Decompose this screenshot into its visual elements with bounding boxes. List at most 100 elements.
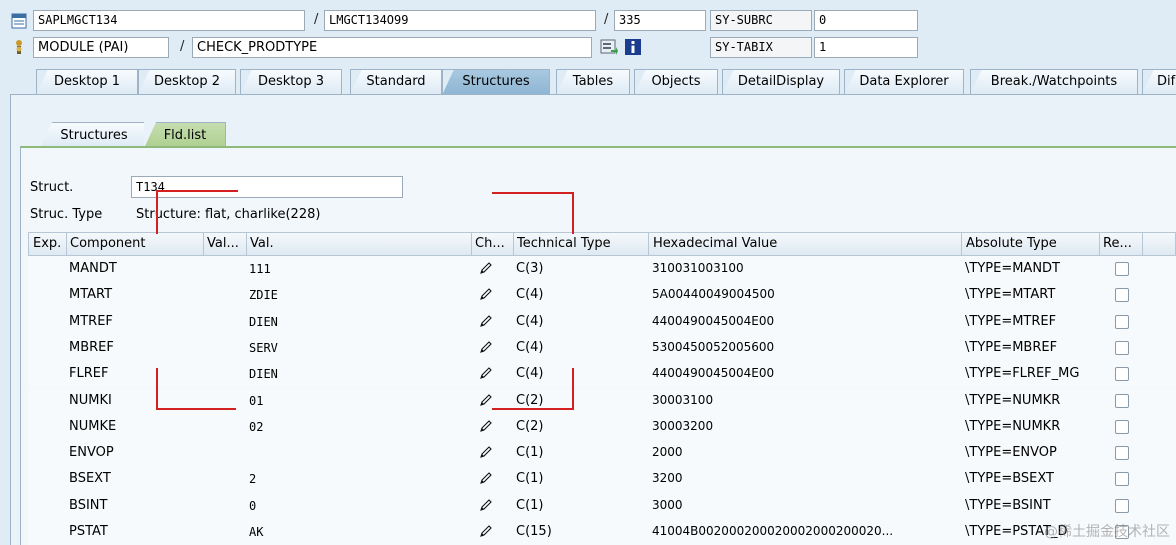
ref-checkbox[interactable]: [1115, 262, 1129, 276]
module-name-field[interactable]: CHECK_PRODTYPE: [192, 37, 592, 58]
cell-technical-type: C(2): [516, 418, 544, 434]
cell-absolute-type: \TYPE=MTART: [965, 287, 1056, 303]
col-ref[interactable]: Re...: [1103, 236, 1132, 251]
tab-break-watchpoints[interactable]: Break./Watchpoints: [970, 69, 1138, 95]
separator: /: [314, 12, 319, 27]
struct-input[interactable]: T134: [131, 176, 403, 198]
ref-checkbox[interactable]: [1115, 393, 1129, 408]
pencil-icon[interactable]: [478, 313, 494, 329]
table-row[interactable]: NUMKI 01 C(2) 30003100 \TYPE=NUMKR: [28, 387, 1176, 414]
info-icon[interactable]: [624, 38, 642, 56]
subrc-label: SY-SUBRC: [710, 10, 812, 31]
tab-label: Tables: [572, 74, 614, 89]
table-header: Exp. Component Val... Val. Ch... Technic…: [28, 232, 1176, 257]
cell-value[interactable]: DIEN: [249, 315, 467, 329]
col-component[interactable]: Component: [70, 236, 145, 251]
tab-standard[interactable]: Standard: [350, 69, 442, 95]
cell-hex-value: 4400490045004E00: [652, 366, 775, 381]
cell-absolute-type: \TYPE=FLREF_MG: [965, 366, 1080, 382]
cell-value[interactable]: SERV: [249, 341, 467, 355]
tab-diff[interactable]: Dif: [1142, 69, 1176, 95]
cell-value[interactable]: AK: [249, 525, 467, 539]
tab-data-explorer[interactable]: Data Explorer: [844, 69, 964, 95]
table-row[interactable]: MBREF SERV C(4) 5300450052005600 \TYPE=MBREF: [28, 334, 1176, 362]
cell-absolute-type: \TYPE=NUMKR: [965, 392, 1061, 408]
subrc-value[interactable]: 0: [814, 10, 918, 31]
module-type-field[interactable]: MODULE (PAI): [33, 37, 169, 58]
pencil-icon[interactable]: [478, 444, 494, 460]
tab-label: Structures: [60, 128, 128, 143]
pencil-icon[interactable]: [478, 286, 494, 302]
table-row[interactable]: FLREF DIEN C(4) 4400490045004E00 \TYPE=FLREF…: [28, 361, 1176, 388]
col-change[interactable]: Ch...: [475, 236, 505, 251]
ref-checkbox[interactable]: [1115, 314, 1129, 329]
struct-type-label: Struc. Type: [30, 207, 103, 222]
pencil-icon[interactable]: [478, 339, 494, 355]
tabix-value[interactable]: 1: [814, 37, 918, 58]
cell-absolute-type: \TYPE=NUMKR: [965, 418, 1061, 434]
col-exp[interactable]: Exp.: [33, 236, 61, 251]
pencil-icon[interactable]: [478, 523, 494, 539]
col-technical-type[interactable]: Technical Type: [517, 236, 611, 251]
cell-value[interactable]: 2: [249, 472, 467, 486]
ref-checkbox[interactable]: [1115, 498, 1129, 513]
table-row[interactable]: NUMKE 02 C(2) 30003200 \TYPE=NUMKR: [28, 413, 1176, 441]
col-val-short[interactable]: Val...: [207, 236, 239, 251]
cell-value[interactable]: 111: [249, 262, 467, 276]
table-row[interactable]: MTREF DIEN C(4) 4400490045004E00 \TYPE=MTREF: [28, 308, 1176, 335]
ref-checkbox[interactable]: [1115, 419, 1129, 434]
subtab-structures[interactable]: Structures: [40, 122, 148, 148]
cell-absolute-type: \TYPE=MANDT: [965, 261, 1060, 276]
tab-objects[interactable]: Objects: [634, 69, 718, 95]
cell-component: MTREF: [69, 313, 113, 329]
pencil-icon[interactable]: [478, 392, 494, 408]
debugger-header: SAPLMGCT134 / LMGCT134O99 / 335 SY-SUBRC…: [0, 0, 1176, 68]
pencil-icon[interactable]: [478, 365, 494, 381]
tab-desktop-1[interactable]: Desktop 1: [36, 69, 138, 95]
line-field[interactable]: 335: [614, 10, 706, 31]
cell-value[interactable]: DIEN: [249, 367, 467, 381]
tab-desktop-2[interactable]: Desktop 2: [138, 69, 236, 95]
pencil-icon[interactable]: [478, 497, 494, 513]
cell-hex-value: 5A00440049004500: [652, 287, 775, 302]
subtab-field-list[interactable]: Fld.list: [144, 122, 226, 148]
pencil-icon[interactable]: [478, 470, 494, 486]
ref-checkbox[interactable]: [1115, 472, 1129, 487]
ref-checkbox[interactable]: [1115, 340, 1129, 355]
col-hex-value[interactable]: Hexadecimal Value: [653, 236, 777, 251]
cell-value[interactable]: 02: [249, 420, 467, 434]
navigate-icon[interactable]: [600, 38, 618, 56]
cell-value[interactable]: ZDIE: [249, 288, 467, 302]
cell-hex-value: 310031003100: [652, 261, 744, 275]
annotation-line: [492, 192, 574, 194]
include-field[interactable]: LMGCT134O99: [324, 10, 596, 31]
cell-component: MBREF: [69, 339, 114, 355]
table-row[interactable]: MTART ZDIE C(4) 5A00440049004500 \TYPE=MTART: [28, 282, 1176, 309]
tab-structures[interactable]: Structures: [442, 69, 550, 95]
col-val[interactable]: Val.: [250, 236, 274, 251]
cell-technical-type: C(1): [516, 445, 544, 461]
tab-detail-display[interactable]: DetailDisplay: [722, 69, 840, 95]
table-row[interactable]: BSINT 0 C(1) 3000 \TYPE=BSINT: [28, 492, 1176, 519]
cell-component: NUMKE: [69, 418, 117, 434]
pencil-icon[interactable]: [478, 418, 494, 434]
tabix-label: SY-TABIX: [710, 37, 812, 58]
struct-type-value: Structure: flat, charlike(228): [136, 207, 321, 222]
tab-tables[interactable]: Tables: [556, 69, 630, 95]
col-absolute-type[interactable]: Absolute Type: [966, 236, 1057, 251]
cell-value[interactable]: 01: [249, 394, 467, 408]
tab-label: Break./Watchpoints: [990, 74, 1118, 89]
pencil-icon[interactable]: [478, 260, 494, 276]
cell-technical-type: C(1): [516, 497, 544, 513]
cell-component: MANDT: [69, 261, 117, 276]
table-row[interactable]: MANDT 111 C(3) 310031003100 \TYPE=MANDT: [28, 256, 1176, 283]
cell-value[interactable]: 0: [249, 499, 467, 513]
table-row[interactable]: PSTAT AK C(15) 41004B0020002000200020002000…: [28, 519, 1176, 545]
table-row[interactable]: BSEXT 2 C(1) 3200 \TYPE=BSEXT: [28, 466, 1176, 493]
table-row[interactable]: ENVOP C(1) 2000 \TYPE=ENVOP: [28, 440, 1176, 467]
ref-checkbox[interactable]: [1115, 446, 1129, 461]
tab-desktop-3[interactable]: Desktop 3: [240, 69, 342, 95]
ref-checkbox[interactable]: [1115, 288, 1129, 303]
ref-checkbox[interactable]: [1115, 367, 1129, 382]
program-field[interactable]: SAPLMGCT134: [33, 10, 305, 31]
